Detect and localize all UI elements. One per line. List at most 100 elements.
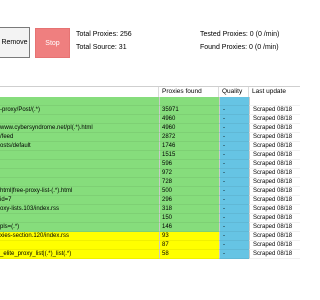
source-url-cell: -proxy/Post/(.*) — [0, 106, 159, 115]
quality-cell: - — [219, 142, 249, 151]
last-update-cell: Scraped 08/18 — [249, 178, 300, 187]
source-url-cell — [0, 151, 159, 160]
table-row[interactable]: www.cybersyndrome.net/pl(.*).html 4960- Sc… — [0, 124, 300, 133]
last-update-cell: Scraped 08/18 — [249, 205, 300, 214]
proxies-found-cell: 296 — [159, 196, 219, 205]
table-row[interactable]: 728- Scraped 08/18 — [0, 178, 300, 187]
proxies-found-cell: 318 — [159, 205, 219, 214]
quality-cell: - — [219, 232, 249, 241]
source-url-cell: xies-section.120/index.rss — [0, 232, 159, 241]
last-update-cell: Scraped 08/18 — [249, 223, 300, 232]
proxies-found-cell: 35971 — [159, 106, 219, 115]
table-row[interactable]: 596- Scraped 08/18 — [0, 160, 300, 169]
table-row[interactable]: -proxy/Post/(.*) 35971- Scraped 08/18 — [0, 106, 300, 115]
last-update-cell: Scraped 08/18 — [249, 169, 300, 178]
proxies-found-cell: 728 — [159, 178, 219, 187]
proxies-found-cell: 500 — [159, 187, 219, 196]
table-row[interactable]: 87- Scraped 08/18 — [0, 241, 300, 250]
table-row[interactable]: oxy-lists.103/index.rss 318- Scraped 08/18 — [0, 205, 300, 214]
last-update-cell — [249, 97, 300, 106]
source-url-cell — [0, 214, 159, 223]
proxies-found-cell: 146 — [159, 223, 219, 232]
quality-cell: - — [219, 133, 249, 142]
quality-cell: - — [219, 205, 249, 214]
table-row[interactable]: 1515- Scraped 08/18 — [0, 151, 300, 160]
column-header-quality[interactable]: Quality — [219, 87, 249, 97]
proxies-found-cell: 1746 — [159, 142, 219, 151]
proxies-found-cell: 1515 — [159, 151, 219, 160]
tested-proxies-label: Tested Proxies: 0 (0 /min) — [200, 31, 280, 38]
total-proxies-label: Total Proxies: 256 — [76, 31, 132, 38]
last-update-cell: Scraped 08/18 — [249, 151, 300, 160]
last-update-cell: Scraped 08/18 — [249, 214, 300, 223]
table-row[interactable]: xies-section.120/index.rss 93- Scraped 08/… — [0, 232, 300, 241]
table-row[interactable]: 972- Scraped 08/18 — [0, 169, 300, 178]
quality-cell: - — [219, 241, 249, 250]
column-header-last-update[interactable]: Last update — [249, 87, 300, 97]
table-row[interactable]: /feed 2872- Scraped 08/18 — [0, 133, 300, 142]
total-source-label: Total Source: 31 — [76, 44, 127, 51]
column-header-source[interactable] — [0, 87, 159, 97]
proxies-found-cell: 93 — [159, 232, 219, 241]
last-update-cell: Scraped 08/18 — [249, 241, 300, 250]
quality-cell: - — [219, 169, 249, 178]
source-url-cell: oxy-lists.103/index.rss — [0, 205, 159, 214]
source-url-cell: www.cybersyndrome.net/pl(.*).html — [0, 124, 159, 133]
source-url-cell — [0, 115, 159, 124]
remove-button[interactable]: Remove — [0, 27, 30, 58]
table-row[interactable]: _elite_proxy_list|(.*)_list(.*) 58- Scrape… — [0, 250, 300, 259]
quality-cell: - — [219, 124, 249, 133]
quality-cell: - — [219, 187, 249, 196]
table-row[interactable]: 4960- Scraped 08/18 — [0, 115, 300, 124]
last-update-cell: Scraped 08/18 — [249, 187, 300, 196]
source-url-cell — [0, 169, 159, 178]
last-update-cell: Scraped 08/18 — [249, 232, 300, 241]
table-row[interactable] — [0, 97, 300, 106]
toolbar: Remove Stop Total Proxies: 256 Total Sou… — [0, 0, 300, 86]
last-update-cell: Scraped 08/18 — [249, 160, 300, 169]
table-row[interactable]: pls=(.*) 146- Scraped 08/18 — [0, 223, 300, 232]
proxies-found-cell: 58 — [159, 250, 219, 259]
found-proxies-label: Found Proxies: 0 (0 /min) — [200, 44, 279, 51]
proxies-found-cell: 150 — [159, 214, 219, 223]
source-url-cell: id=7 — [0, 196, 159, 205]
source-url-cell: /feed — [0, 133, 159, 142]
source-url-cell: pls=(.*) — [0, 223, 159, 232]
proxies-found-cell: 4960 — [159, 124, 219, 133]
source-url-cell — [0, 241, 159, 250]
proxy-source-table: Proxies found Quality Last update -proxy… — [0, 86, 300, 300]
last-update-cell: Scraped 08/18 — [249, 133, 300, 142]
quality-cell: - — [219, 214, 249, 223]
source-url-cell — [0, 97, 159, 106]
source-url-cell — [0, 178, 159, 187]
column-header-proxies-found[interactable]: Proxies found — [159, 87, 219, 97]
last-update-cell: Scraped 08/18 — [249, 106, 300, 115]
quality-cell: - — [219, 115, 249, 124]
table-row[interactable]: osts/default 1746- Scraped 08/18 — [0, 142, 300, 151]
proxies-found-cell: 972 — [159, 169, 219, 178]
source-url-cell: osts/default — [0, 142, 159, 151]
proxies-found-cell: 87 — [159, 241, 219, 250]
table-row[interactable]: id=7 296- Scraped 08/18 — [0, 196, 300, 205]
proxies-found-cell — [159, 97, 219, 106]
quality-cell: - — [219, 178, 249, 187]
proxies-found-cell: 596 — [159, 160, 219, 169]
quality-cell: - — [219, 151, 249, 160]
last-update-cell: Scraped 08/18 — [249, 250, 300, 259]
quality-cell: - — [219, 160, 249, 169]
source-url-cell — [0, 160, 159, 169]
quality-cell: - — [219, 106, 249, 115]
quality-cell: - — [219, 223, 249, 232]
table-body: -proxy/Post/(.*) 35971- Scraped 08/18 4960-… — [0, 97, 300, 259]
source-url-cell: _elite_proxy_list|(.*)_list(.*) — [0, 250, 159, 259]
quality-cell: - — [219, 196, 249, 205]
proxies-found-cell: 4960 — [159, 115, 219, 124]
last-update-cell: Scraped 08/18 — [249, 124, 300, 133]
proxies-found-cell: 2872 — [159, 133, 219, 142]
table-row[interactable]: 150- Scraped 08/18 — [0, 214, 300, 223]
stop-button[interactable]: Stop — [35, 28, 70, 58]
last-update-cell: Scraped 08/18 — [249, 196, 300, 205]
source-url-cell: html|free-proxy-list-(.*).html — [0, 187, 159, 196]
last-update-cell: Scraped 08/18 — [249, 142, 300, 151]
table-row[interactable]: html|free-proxy-list-(.*).html 500- Scrape… — [0, 187, 300, 196]
